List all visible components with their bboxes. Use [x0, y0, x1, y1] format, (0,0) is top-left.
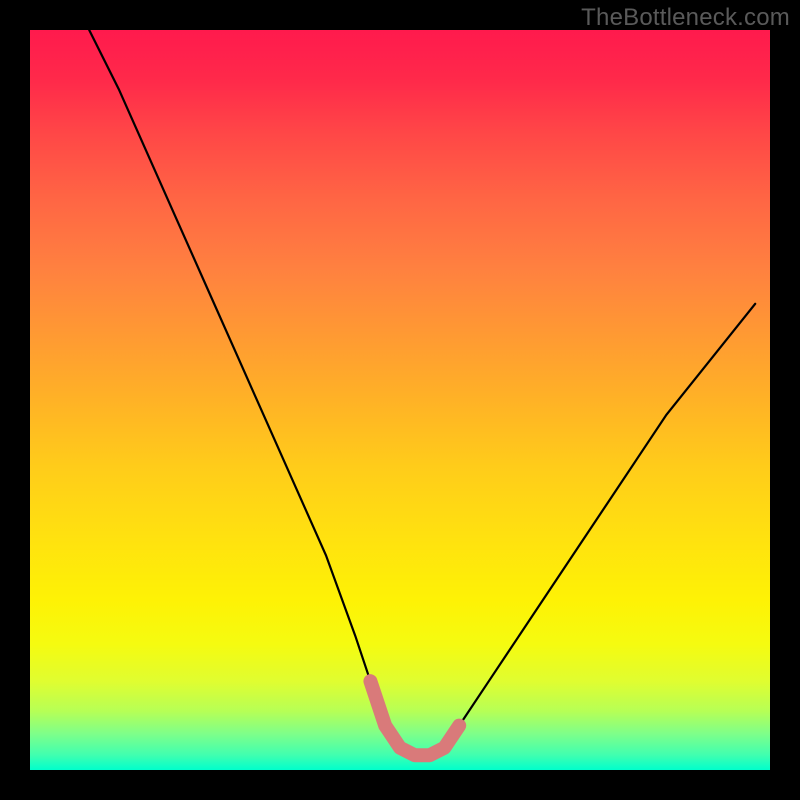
bottleneck-curve — [89, 30, 755, 755]
watermark-text: TheBottleneck.com — [581, 4, 790, 32]
plot-area — [30, 30, 770, 770]
chart-container: TheBottleneck.com — [0, 0, 800, 800]
chart-curve — [89, 30, 755, 755]
curve-svg — [30, 30, 770, 770]
highlight-band — [370, 681, 459, 755]
